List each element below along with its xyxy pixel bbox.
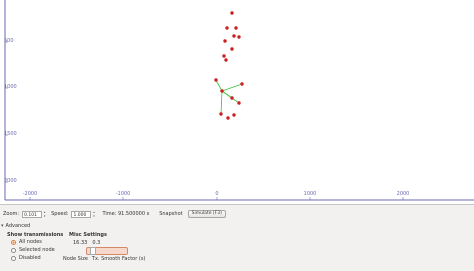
node — [219, 112, 223, 116]
node — [226, 116, 230, 120]
speed-spinner[interactable]: ▴ ▾ — [91, 210, 96, 218]
x-tick-label: 1000 — [303, 191, 317, 197]
zoom-spinner[interactable]: ▴ ▾ — [42, 210, 47, 218]
tx-smooth-label: Tx. Smooth Factor (s) — [91, 256, 146, 262]
snapshot-button[interactable]: Snapshot — [159, 211, 182, 217]
node — [232, 34, 236, 38]
tx-smooth-slider[interactable] — [86, 247, 128, 255]
network-nodes[interactable] — [214, 11, 244, 120]
node — [223, 39, 227, 43]
link — [220, 90, 223, 115]
node — [222, 54, 226, 58]
x-tick-label: -1000 — [115, 191, 131, 197]
node — [240, 82, 244, 86]
node — [230, 96, 234, 100]
node — [237, 35, 241, 39]
y-tick-label: 500 — [4, 38, 14, 44]
y-tick-label: 1500 — [4, 131, 17, 137]
radio-disabled[interactable]: Disabled — [11, 255, 41, 261]
show-transmissions-heading: Show transmissions — [7, 232, 64, 238]
simulate-button[interactable]: Simulate (F3) — [187, 210, 226, 218]
node — [220, 89, 224, 93]
transmission-links — [215, 79, 243, 115]
x-tick-label: 0 — [215, 191, 219, 197]
radio-selected-node[interactable]: Selected node — [11, 247, 55, 253]
radio-icon — [11, 255, 16, 261]
node — [230, 11, 234, 15]
node — [225, 26, 229, 30]
topology-svg — [4, 0, 474, 201]
radio-all-nodes[interactable]: All nodes — [11, 239, 42, 245]
node-size-label: Node Size — [63, 256, 88, 262]
toolbar: Zoom: 0.101 ▴ ▾ Speed: 1.000 ▴ ▾ Time: 91.… — [3, 210, 226, 218]
tx-smooth-value: 0.3 — [92, 240, 101, 246]
node — [232, 113, 236, 117]
node-size-value: 16.33 — [73, 240, 88, 246]
node — [234, 26, 238, 30]
y-tick-label: 2000 — [4, 178, 17, 184]
misc-labels: Node Size Tx. Smooth Factor (s) — [63, 256, 145, 262]
advanced-label: Advanced — [5, 223, 31, 229]
x-tick-label: 2000 — [396, 191, 410, 197]
node — [237, 101, 241, 105]
topology-canvas[interactable]: 500 1000 1500 2000 -2000 -1000 0 1000 20… — [0, 0, 474, 204]
node — [230, 47, 234, 51]
control-panel: Zoom: 0.101 ▴ ▾ Speed: 1.000 ▴ ▾ Time: 91.… — [0, 204, 474, 271]
y-tick-label: 1000 — [4, 84, 17, 90]
link — [221, 90, 240, 104]
link — [221, 83, 243, 92]
zoom-label: Zoom: — [3, 211, 20, 217]
x-tick-label: -2000 — [22, 191, 38, 197]
speed-input[interactable]: 1.000 — [71, 210, 92, 218]
slider-handle[interactable] — [90, 247, 96, 255]
time-label: Time: 91.500000 s — [102, 211, 150, 217]
link — [215, 79, 223, 92]
zoom-input[interactable]: 0.101 — [22, 210, 43, 218]
node — [214, 78, 218, 82]
chevron-down-icon: ▾ — [1, 223, 4, 229]
radio-selected-icon — [11, 239, 16, 245]
misc-values: 16.33 0.3 — [73, 240, 100, 246]
misc-settings-heading: Misc Settings — [69, 232, 107, 238]
speed-label: Speed: — [51, 211, 69, 217]
radio-icon — [11, 247, 16, 253]
advanced-expander[interactable]: ▾ Advanced — [1, 223, 30, 229]
node — [224, 58, 228, 62]
